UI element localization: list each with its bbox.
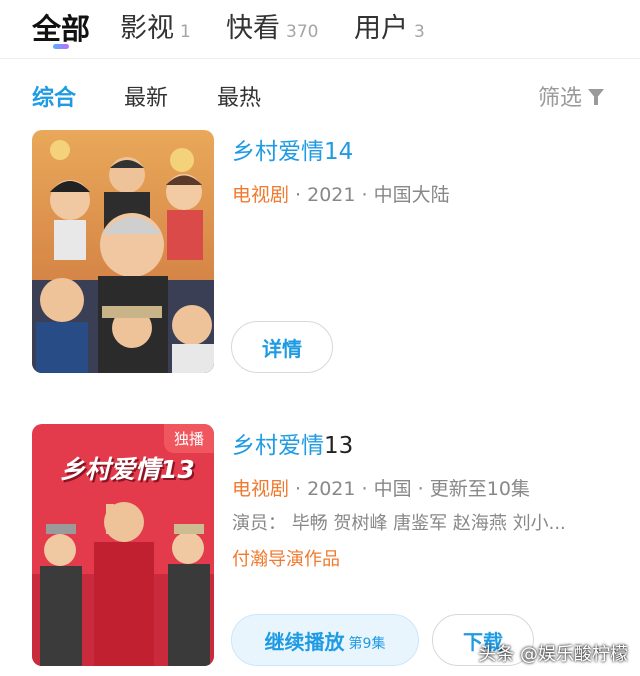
title-tail: 13 [324,433,354,459]
tab-count: 3 [414,22,425,42]
continue-play-label: 继续播放 [264,629,345,654]
meta-details: · 2021 · 中国大陆 [289,184,450,206]
tab-users[interactable]: 用户 3 [354,6,425,45]
poster-image[interactable]: 乡村爱情13 独播 [32,424,214,666]
tab-video[interactable]: 影视 1 [120,6,191,45]
meta-details: · 2021 · 中国 · 更新至10集 [289,478,530,500]
continue-play-button[interactable]: 继续播放 第9集 [231,614,419,666]
genre-label: 电视剧 [232,478,290,500]
sort-tab-hottest[interactable]: 最热 [217,80,261,112]
episode-label: 第9集 [348,636,386,652]
tab-count: 1 [180,22,191,42]
tab-label: 快看 [226,13,280,44]
result-card: 乡村爱情14 电视剧 · 2021 · 中国大陆 详情 [0,130,640,380]
filter-button[interactable]: 筛选 [538,80,604,112]
watermark: 头条 @娱乐酸柠檬 [478,644,628,665]
tab-label: 用户 [354,13,408,44]
tab-quickview[interactable]: 快看 370 [226,6,318,45]
result-info: 乡村爱情14 电视剧 · 2021 · 中国大陆 [232,132,620,207]
tab-count: 370 [286,22,319,42]
result-title[interactable]: 乡村爱情14 [232,132,620,166]
result-title[interactable]: 乡村爱情13 [232,426,620,460]
poster-title: 乡村爱情13 [60,455,195,484]
exclusive-badge: 独播 [163,424,214,453]
funnel-icon [588,89,604,105]
sort-tab-bar: 综合 最新 最热 筛选 [0,76,640,116]
poster-art [32,130,214,373]
details-button[interactable]: 详情 [231,321,333,373]
sort-tab-latest[interactable]: 最新 [124,80,168,112]
details-button-label: 详情 [262,336,302,361]
tab-label: 影视 [120,13,174,44]
result-meta: 电视剧 · 2021 · 中国大陆 [232,180,620,207]
filter-label: 筛选 [537,86,582,111]
result-card: 乡村爱情13 独播 乡村爱情13 电视剧 · 2021 · 中国 · 更新至10… [0,424,640,676]
poster-image[interactable] [32,130,214,373]
title-main: 乡村爱情14 [232,139,354,165]
title-main: 乡村爱情 [232,433,324,459]
director-credit[interactable]: 付瀚导演作品 [232,545,620,571]
cast-list: 演员： 毕畅 贺树峰 唐鉴军 赵海燕 刘小... [232,513,566,534]
active-tab-indicator [53,44,69,49]
result-info: 乡村爱情13 电视剧 · 2021 · 中国 · 更新至10集 演员： 毕畅 贺… [232,426,620,571]
tab-all[interactable]: 全部 [32,6,90,48]
result-meta: 电视剧 · 2021 · 中国 · 更新至10集 [232,474,620,501]
genre-label: 电视剧 [232,184,290,206]
top-tab-bar: 全部 影视 1 快看 370 用户 3 [0,0,640,59]
tab-label: 全部 [32,12,91,46]
sort-tab-overall[interactable]: 综合 [32,80,76,112]
